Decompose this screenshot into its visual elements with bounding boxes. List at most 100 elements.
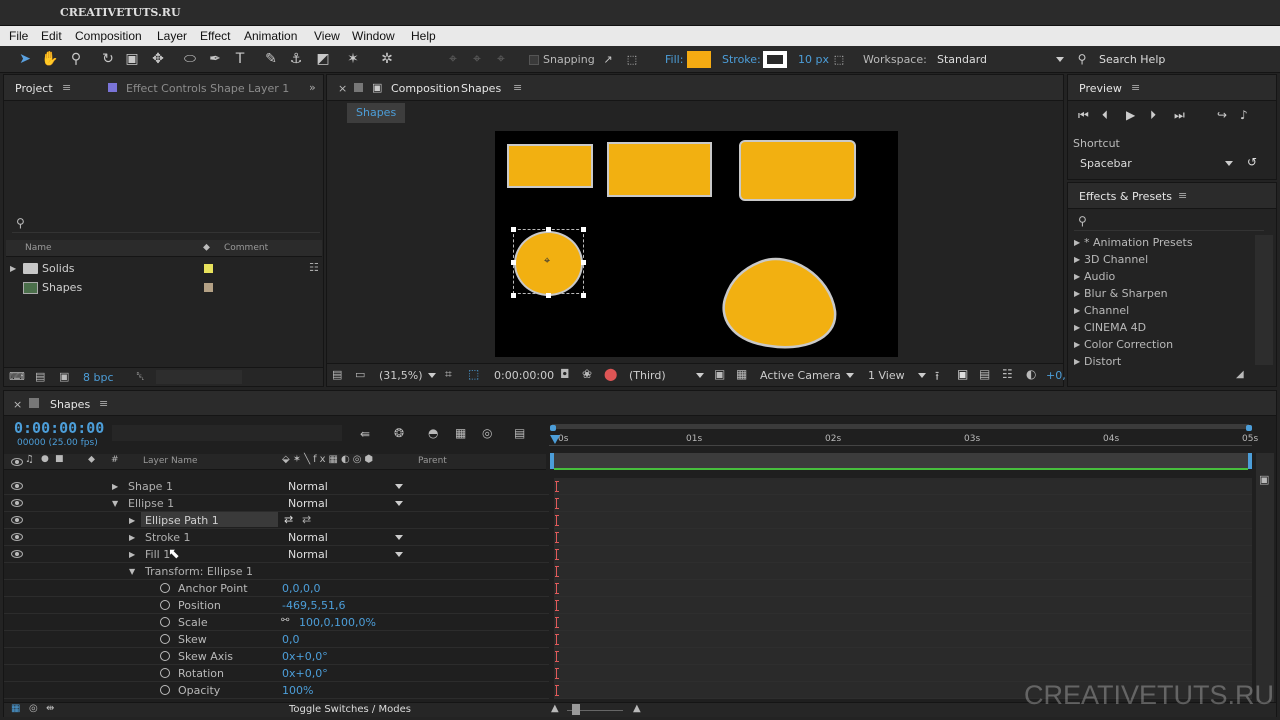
blend-mode-select[interactable]: Normal bbox=[288, 497, 328, 510]
layer-name[interactable]: Ellipse 1 bbox=[128, 497, 174, 510]
preview-menu-icon[interactable]: ≡ bbox=[1131, 81, 1140, 94]
shortcut-select[interactable]: Spacebar bbox=[1080, 157, 1132, 170]
layer-row[interactable]: ▶ Ellipse Path 1 ⇄ ⇄ bbox=[4, 512, 549, 529]
graph-editor-icon[interactable]: ▤ bbox=[514, 426, 525, 440]
camera-select[interactable]: Active Camera bbox=[760, 369, 841, 382]
path-reverse-icon[interactable]: ⇄ bbox=[302, 513, 311, 526]
layer-name[interactable]: Shape 1 bbox=[128, 480, 173, 493]
rounded-rectangle-shape[interactable] bbox=[739, 140, 856, 201]
timeline-icon[interactable]: ▤ bbox=[979, 367, 990, 381]
anchor-point-icon[interactable]: ⌖ bbox=[544, 254, 550, 268]
composition-tab-prefix[interactable]: Composition bbox=[391, 82, 460, 95]
axis-local-icon[interactable]: ⌖ bbox=[443, 50, 463, 69]
grid-guides-icon[interactable]: ⌗ bbox=[445, 367, 452, 382]
menu-layer[interactable]: Layer bbox=[157, 29, 187, 43]
project-search-input[interactable] bbox=[12, 215, 320, 233]
track-row[interactable] bbox=[554, 478, 1252, 495]
lock-icon[interactable]: ■ bbox=[55, 454, 64, 464]
effects-category[interactable]: ▶ CINEMA 4D bbox=[1072, 320, 1256, 337]
layer-row[interactable]: ▼ Ellipse 1 Normal bbox=[4, 495, 549, 512]
eraser-tool-icon[interactable]: ◩ bbox=[313, 50, 333, 69]
stroke-label[interactable]: Stroke: bbox=[722, 53, 761, 66]
menu-window[interactable]: Window bbox=[352, 29, 395, 43]
expand-arrow-icon[interactable]: ▶ bbox=[129, 533, 135, 542]
last-frame-icon[interactable]: ⏭ bbox=[1174, 108, 1185, 123]
stopwatch-icon[interactable] bbox=[160, 634, 170, 644]
collapse-arrow-icon[interactable]: ▼ bbox=[129, 567, 135, 576]
fill-swatch[interactable] bbox=[687, 51, 711, 68]
stroke-swatch[interactable] bbox=[763, 51, 787, 68]
resize-grip-icon[interactable]: ◢ bbox=[1236, 369, 1244, 380]
close-tab-icon[interactable]: × bbox=[13, 398, 22, 411]
rectangle-shape[interactable] bbox=[507, 144, 593, 188]
property-row[interactable]: Skew Axis 0x+0,0° bbox=[4, 648, 549, 665]
video-visibility-icon[interactable] bbox=[11, 458, 23, 466]
col-parent[interactable]: Parent bbox=[418, 456, 447, 466]
composition-menu-icon[interactable]: ≡ bbox=[513, 81, 522, 94]
layer-name[interactable]: Transform: Ellipse 1 bbox=[145, 565, 253, 578]
col-layer-name[interactable]: Layer Name bbox=[143, 456, 198, 466]
loop-icon[interactable]: ↪ bbox=[1217, 108, 1227, 122]
pen-tool-icon[interactable]: ✒ bbox=[205, 50, 225, 69]
property-row[interactable]: Anchor Point 0,0,0,0 bbox=[4, 580, 549, 597]
views-select[interactable]: 1 View bbox=[868, 369, 905, 382]
timeline-timecode[interactable]: 0:00:00:00 bbox=[14, 419, 104, 437]
property-value[interactable]: 0x+0,0° bbox=[282, 667, 328, 680]
type-tool-icon[interactable]: T bbox=[230, 50, 250, 69]
work-area-end-handle[interactable] bbox=[1246, 425, 1252, 431]
col-comment[interactable]: Comment bbox=[224, 243, 268, 253]
new-composition-icon[interactable]: ▣ bbox=[59, 370, 69, 383]
search-help-icon[interactable]: ⚲ bbox=[1072, 50, 1092, 69]
switches-icons[interactable]: ⬙✶╲fx▦◐◎⬢ bbox=[282, 454, 376, 465]
search-help-field[interactable]: Search Help bbox=[1099, 53, 1165, 66]
mask-visibility-icon[interactable]: ⬚ bbox=[468, 367, 479, 381]
track-row[interactable] bbox=[554, 648, 1252, 665]
blend-mode-dropdown-icon[interactable] bbox=[395, 552, 403, 557]
property-row[interactable]: Skew 0,0 bbox=[4, 631, 549, 648]
transform-handle[interactable] bbox=[511, 260, 516, 265]
shortcut-dropdown-icon[interactable] bbox=[1225, 161, 1233, 166]
shy-layers-icon[interactable]: ◓ bbox=[428, 426, 438, 440]
zoom-slider-thumb[interactable] bbox=[572, 704, 580, 715]
property-value[interactable]: 100,0,100,0% bbox=[299, 616, 376, 629]
resolution-select[interactable]: (Third) bbox=[629, 369, 666, 382]
blend-mode-select[interactable]: Normal bbox=[288, 548, 328, 561]
layer-name[interactable]: Ellipse Path 1 bbox=[145, 514, 219, 527]
transfer-controls-icon[interactable]: ◎ bbox=[29, 703, 38, 714]
layer-name[interactable]: Fill 1 bbox=[145, 548, 170, 561]
zoom-select[interactable]: (31,5%) bbox=[379, 369, 423, 382]
track-row[interactable] bbox=[554, 614, 1252, 631]
fill-label[interactable]: Fill: bbox=[665, 53, 683, 66]
camera-dropdown-icon[interactable] bbox=[846, 373, 854, 378]
workspace-select[interactable]: Standard bbox=[937, 53, 987, 66]
axis-view-icon[interactable]: ⌖ bbox=[491, 50, 511, 69]
track-row[interactable] bbox=[554, 563, 1252, 580]
property-value[interactable]: -469,5,51,6 bbox=[282, 599, 345, 612]
stopwatch-icon[interactable] bbox=[160, 651, 170, 661]
layer-row[interactable]: ▶ Fill 1 Normal ⬉ bbox=[4, 546, 549, 563]
label-color-swatch[interactable] bbox=[204, 264, 213, 273]
axis-world-icon[interactable]: ⌖ bbox=[467, 50, 487, 69]
effects-category[interactable]: ▶ 3D Channel bbox=[1072, 252, 1256, 269]
zoom-in-icon[interactable]: ▲ bbox=[633, 703, 641, 714]
hand-tool-icon[interactable]: ✋ bbox=[40, 50, 60, 69]
property-row[interactable]: Position -469,5,51,6 bbox=[4, 597, 549, 614]
clone-stamp-tool-icon[interactable]: ⚓ bbox=[286, 50, 306, 69]
blend-mode-dropdown-icon[interactable] bbox=[395, 501, 403, 506]
ellipse-tool-icon[interactable]: ⬭ bbox=[180, 50, 200, 69]
layer-row[interactable]: ▶ Shape 1 Normal bbox=[4, 478, 549, 495]
resolution-dropdown-icon[interactable] bbox=[696, 373, 704, 378]
property-value[interactable]: 0x+0,0° bbox=[282, 650, 328, 663]
solo-icon[interactable]: ● bbox=[41, 454, 49, 464]
track-row[interactable] bbox=[554, 631, 1252, 648]
transform-handle[interactable] bbox=[581, 227, 586, 232]
time-ruler[interactable]: 0s 01s 02s 03s 04s 05s bbox=[549, 423, 1258, 451]
menu-edit[interactable]: Edit bbox=[41, 29, 62, 43]
expand-arrow-icon[interactable]: ▶ bbox=[112, 482, 118, 491]
trash-icon[interactable]: ␡ bbox=[136, 370, 145, 384]
brush-tool-icon[interactable]: ✎ bbox=[261, 50, 281, 69]
effects-category[interactable]: ▶ Channel bbox=[1072, 303, 1256, 320]
timeline-tab[interactable]: Shapes bbox=[50, 398, 90, 411]
stopwatch-icon[interactable] bbox=[160, 685, 170, 695]
menu-view[interactable]: View bbox=[314, 29, 340, 43]
